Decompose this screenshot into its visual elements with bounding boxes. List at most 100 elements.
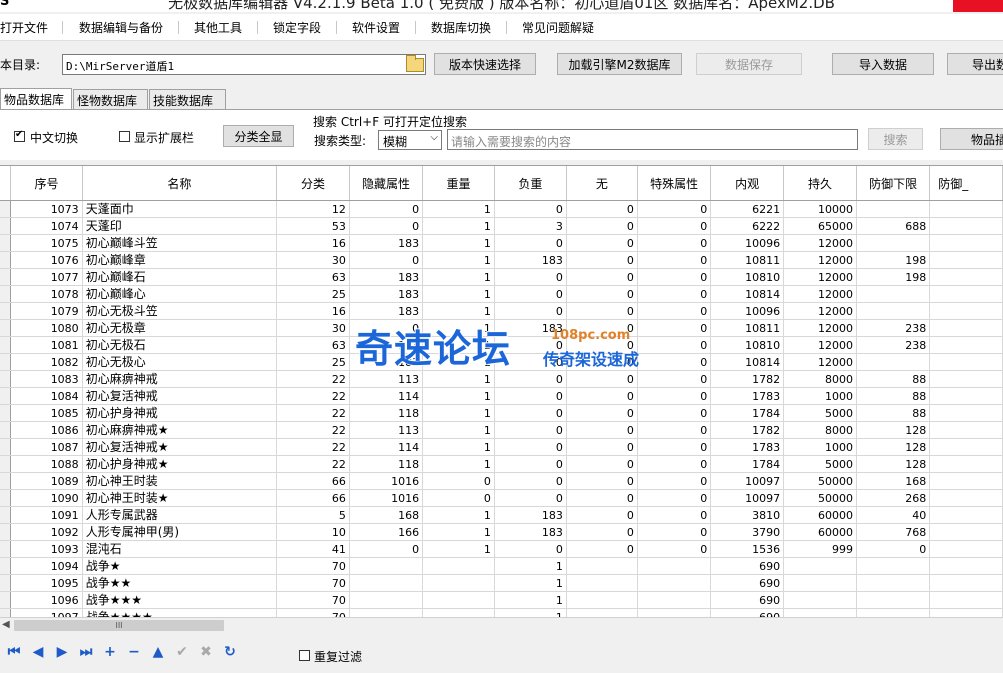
version-select-button[interactable]: 版本快速选择 (434, 53, 536, 75)
menu-settings[interactable]: 软件设置 (352, 19, 400, 36)
table-cell[interactable]: 初心护身神戒 (82, 404, 278, 422)
item-insert-button[interactable]: 物品插 (940, 128, 1003, 150)
table-cell[interactable] (929, 251, 1003, 269)
table-cell[interactable]: 22 (276, 387, 350, 405)
table-cell[interactable]: 25 (276, 285, 350, 303)
table-cell[interactable]: 5 (276, 506, 350, 524)
close-window-button[interactable] (953, 0, 1003, 12)
table-cell[interactable] (637, 574, 712, 592)
table-row[interactable]: 1096 战争★★★ 70 1 690 (0, 591, 1003, 609)
table-cell[interactable] (566, 557, 638, 575)
save-button[interactable]: 数据保存 (696, 53, 802, 75)
table-cell[interactable]: 12000 (783, 268, 857, 286)
row-indicator[interactable] (0, 574, 12, 592)
table-cell[interactable]: 初心麻痹神戒 (82, 370, 278, 388)
table-cell[interactable]: 0 (494, 455, 567, 473)
table-cell[interactable]: 10097 (710, 472, 785, 490)
row-indicator[interactable] (0, 472, 12, 490)
table-cell[interactable]: 0 (637, 455, 712, 473)
table-cell[interactable] (929, 302, 1003, 320)
table-cell[interactable]: 0 (566, 319, 638, 337)
table-cell[interactable]: 114 (349, 438, 424, 456)
table-cell[interactable] (929, 472, 1003, 490)
table-cell[interactable]: 0 (494, 540, 567, 558)
table-cell[interactable]: 0 (637, 404, 712, 422)
table-cell[interactable]: 183 (349, 302, 424, 320)
row-indicator[interactable] (0, 421, 12, 439)
table-cell[interactable] (929, 387, 1003, 405)
row-indicator[interactable] (0, 455, 12, 473)
table-row[interactable]: 1088 初心护身神戒★ 22 118 1 0 0 0 1784 5000 128 (0, 455, 1003, 473)
table-cell[interactable]: 初心复活神戒★ (82, 438, 278, 456)
row-indicator[interactable] (0, 591, 12, 609)
table-cell[interactable]: 0 (566, 268, 638, 286)
table-row[interactable]: 1089 初心神王时装 66 1016 0 0 0 0 10097 50000 168 (0, 472, 1003, 490)
table-cell[interactable]: 690 (710, 591, 785, 609)
table-cell[interactable]: 初心无极章 (82, 319, 278, 337)
row-indicator[interactable] (0, 523, 12, 541)
row-indicator[interactable] (0, 336, 12, 354)
table-cell[interactable]: 1075 (10, 234, 83, 252)
table-cell[interactable]: 10810 (710, 268, 785, 286)
table-cell[interactable] (422, 574, 495, 592)
table-row[interactable]: 1091 人形专属武器 5 168 1 183 0 0 3810 60000 40 (0, 506, 1003, 524)
table-cell[interactable]: 0 (494, 387, 567, 405)
table-cell[interactable]: 初心巅峰心 (82, 285, 278, 303)
table-cell[interactable]: 0 (566, 200, 638, 218)
last-record-icon[interactable]: ⏭ (76, 642, 96, 662)
col-header-appearance[interactable]: 内观 (710, 166, 785, 201)
table-cell[interactable]: 0 (349, 319, 424, 337)
table-row[interactable]: 1073 天蓬面巾 12 0 1 0 0 0 6221 10000 (0, 200, 1003, 218)
scrollbar-thumb[interactable]: III (14, 620, 224, 631)
table-cell[interactable]: 1084 (10, 387, 83, 405)
row-indicator[interactable] (0, 200, 12, 218)
table-row[interactable]: 1095 战争★★ 70 1 690 (0, 574, 1003, 592)
table-cell[interactable]: 0 (494, 200, 567, 218)
table-cell[interactable]: 0 (637, 217, 712, 235)
table-cell[interactable] (637, 557, 712, 575)
table-cell[interactable]: 183 (494, 319, 567, 337)
table-cell[interactable]: 0 (637, 285, 712, 303)
table-cell[interactable]: 183 (494, 251, 567, 269)
table-cell[interactable]: 天蓬印 (82, 217, 278, 235)
table-cell[interactable] (929, 353, 1003, 371)
edit-record-icon[interactable]: ▲ (148, 642, 168, 662)
table-cell[interactable]: 50000 (783, 489, 857, 507)
table-row[interactable]: 1087 初心复活神戒★ 22 114 1 0 0 0 1783 1000 128 (0, 438, 1003, 456)
table-cell[interactable]: 22 (276, 404, 350, 422)
table-cell[interactable] (929, 489, 1003, 507)
table-cell[interactable]: 3 (494, 217, 567, 235)
row-indicator[interactable] (0, 268, 12, 286)
table-cell[interactable] (349, 557, 424, 575)
table-cell[interactable]: 30 (276, 319, 350, 337)
table-cell[interactable]: 30 (276, 251, 350, 269)
table-cell[interactable]: 0 (494, 472, 567, 490)
table-cell[interactable]: 1079 (10, 302, 83, 320)
table-cell[interactable] (856, 574, 931, 592)
col-header-category[interactable]: 分类 (276, 166, 350, 201)
table-cell[interactable]: 12000 (783, 251, 857, 269)
table-cell[interactable]: 1073 (10, 200, 83, 218)
table-cell[interactable]: 1081 (10, 336, 83, 354)
table-cell[interactable] (929, 370, 1003, 388)
table-cell[interactable]: 10810 (710, 336, 785, 354)
table-cell[interactable]: 0 (637, 370, 712, 388)
table-cell[interactable]: 0 (637, 489, 712, 507)
table-cell[interactable]: 0 (856, 540, 931, 558)
table-cell[interactable]: 0 (637, 438, 712, 456)
table-cell[interactable]: 128 (856, 455, 931, 473)
table-cell[interactable]: 0 (637, 234, 712, 252)
table-cell[interactable] (783, 574, 857, 592)
delete-record-icon[interactable]: − (124, 642, 144, 662)
row-indicator[interactable] (0, 251, 12, 269)
table-cell[interactable]: 1000 (783, 438, 857, 456)
table-cell[interactable]: 10811 (710, 319, 785, 337)
table-cell[interactable]: 3810 (710, 506, 785, 524)
table-cell[interactable]: 初心神王时装 (82, 472, 278, 490)
table-cell[interactable]: 268 (856, 489, 931, 507)
chinese-toggle-checkbox[interactable] (14, 129, 25, 142)
table-cell[interactable]: 0 (637, 523, 712, 541)
table-cell[interactable]: 1 (422, 523, 495, 541)
folder-icon[interactable] (406, 55, 424, 72)
table-cell[interactable]: 1 (422, 234, 495, 252)
